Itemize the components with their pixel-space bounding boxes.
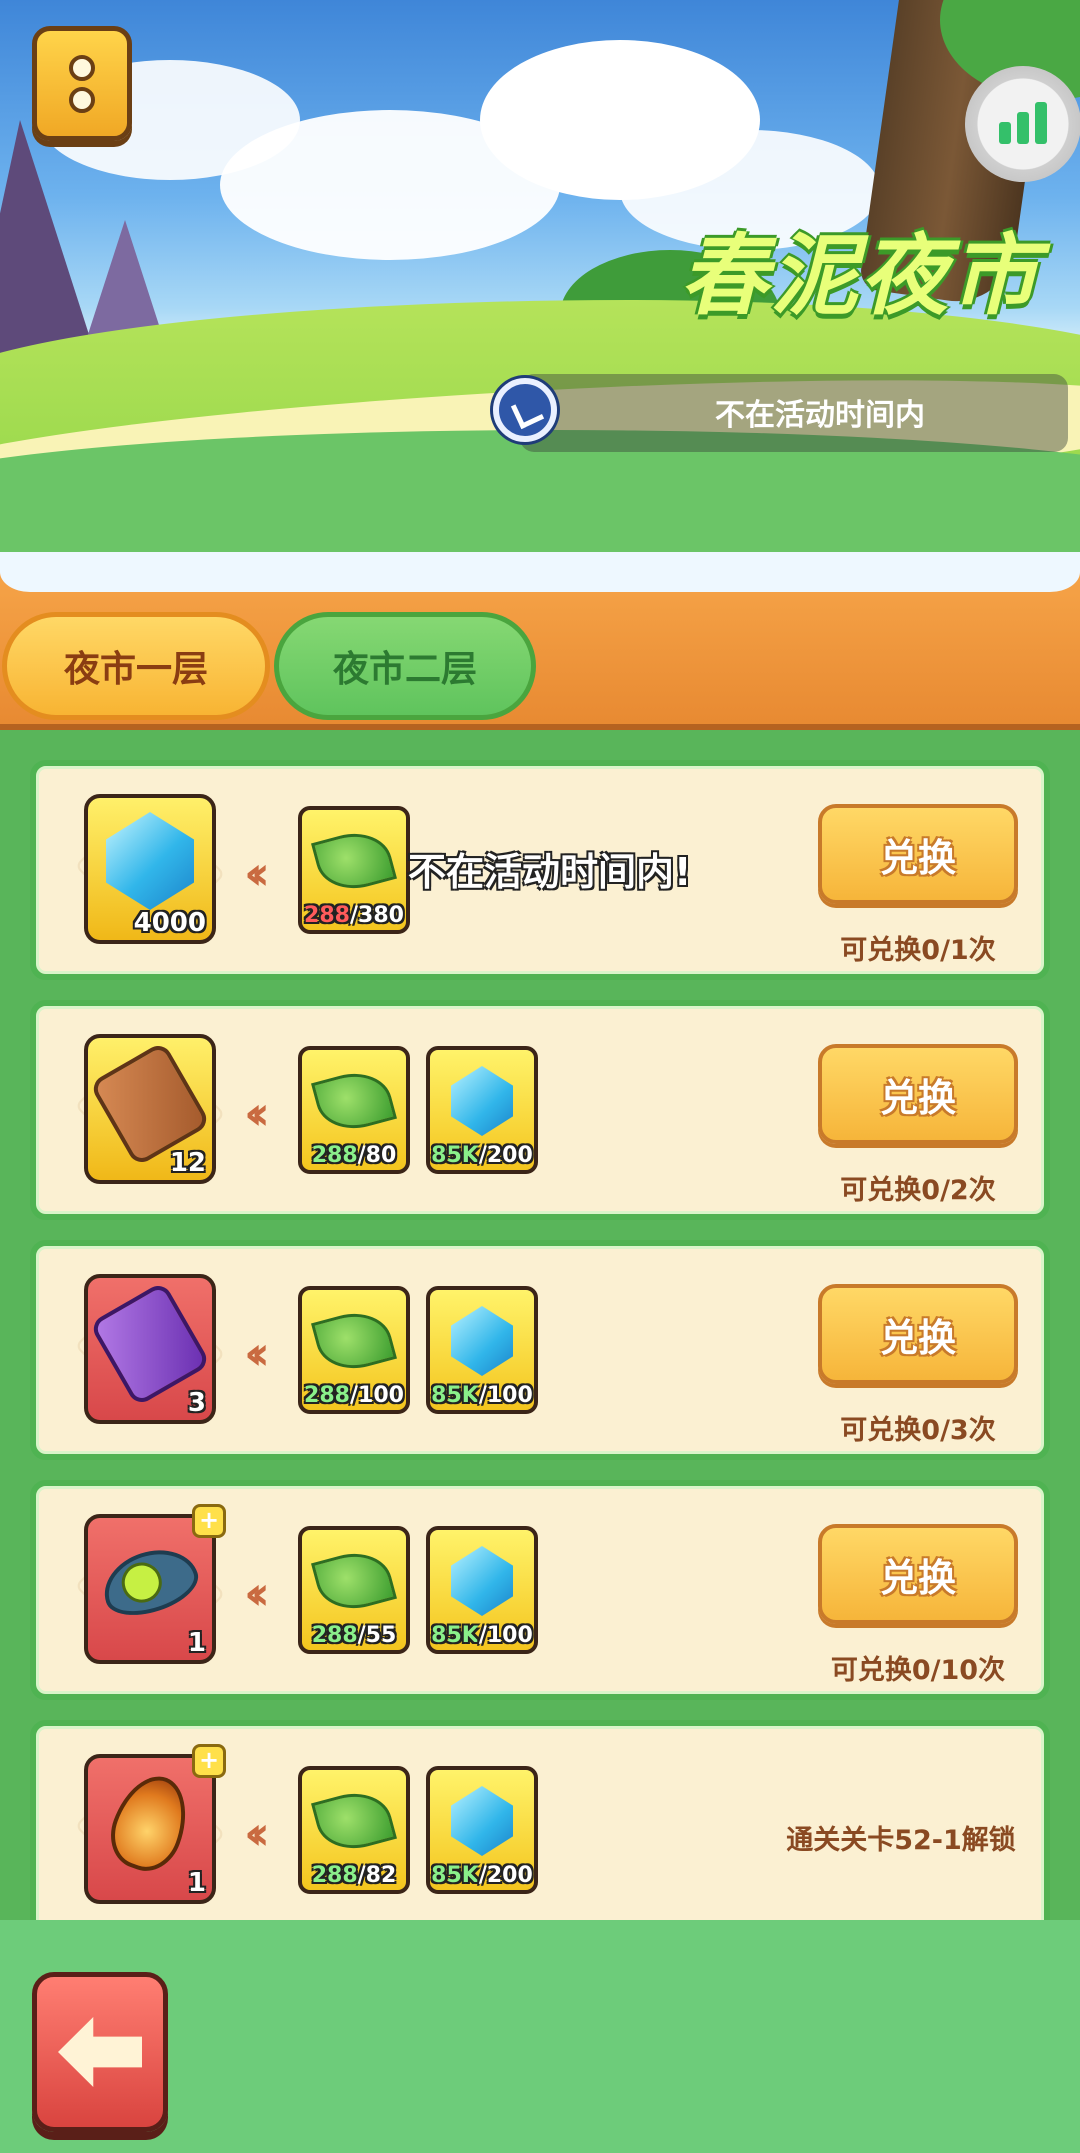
cost-amount: 288/80	[311, 1143, 397, 1168]
cost-slot[interactable]: 85K/100	[426, 1286, 538, 1414]
network-signal-button[interactable]	[965, 66, 1080, 182]
back-button[interactable]	[32, 1972, 168, 2132]
blue-gem-icon	[451, 1066, 513, 1136]
exchange-button[interactable]: 兑换	[818, 1044, 1018, 1144]
reward-slot[interactable]: 1 +	[84, 1744, 226, 1904]
cost-slot[interactable]: 288/82	[298, 1766, 410, 1894]
cost-amount: 85K/100	[431, 1383, 533, 1408]
reward-count: 3	[187, 1388, 206, 1418]
chevron-left-icon: ‹‹	[244, 1326, 270, 1380]
leaf-icon	[311, 824, 397, 898]
snow-trim	[0, 552, 1080, 592]
cost-slot[interactable]: 288/80	[298, 1046, 410, 1174]
pea-pod-icon	[95, 1538, 205, 1626]
exchange-button[interactable]: 兑换	[818, 1284, 1018, 1384]
reward-count: 12	[169, 1148, 206, 1178]
exchange-limit: 可兑换0/3次	[840, 1415, 996, 1446]
clock-icon	[493, 378, 557, 442]
chevron-left-icon: ‹‹	[244, 846, 270, 900]
cost-amount: 85K/200	[431, 1143, 533, 1168]
blue-gem-icon	[451, 1786, 513, 1856]
unlock-requirement: 通关关卡52-1解锁	[786, 1825, 1016, 1856]
event-status-text: 不在活动时间内	[715, 398, 925, 433]
exchange-button[interactable]: 兑换	[818, 1524, 1018, 1624]
menu-dots-icon	[69, 86, 95, 113]
cost-amount: 85K/100	[431, 1623, 533, 1648]
exchange-limit: 可兑换0/10次	[830, 1655, 1006, 1686]
blue-gem-icon	[451, 1546, 513, 1616]
exchange-item: 1 + ‹‹ 288/82 85K/200 通关关卡52-1解锁	[30, 1720, 1050, 1920]
leaf-icon	[311, 1784, 397, 1858]
exchange-limit: 可兑换0/1次	[840, 935, 996, 966]
reward-count: 1	[187, 1868, 206, 1898]
flame-feather-icon	[100, 1765, 200, 1881]
blue-gem-icon	[106, 812, 194, 910]
tab-market-floor-2[interactable]: 夜市二层	[274, 612, 536, 720]
back-arrow-icon	[58, 2017, 142, 2087]
signal-bars-icon	[1035, 102, 1047, 144]
cost-amount: 288/55	[311, 1623, 397, 1648]
cost-slot[interactable]: 288/55	[298, 1526, 410, 1654]
cost-slot[interactable]: 85K/100	[426, 1526, 538, 1654]
reward-slot[interactable]: 1 +	[84, 1504, 226, 1664]
exchange-item: 1 + ‹‹ 288/55 85K/100 兑换 可兑换0/10次	[30, 1480, 1050, 1700]
menu-button[interactable]	[32, 26, 132, 141]
cost-amount: 288/82	[311, 1863, 397, 1888]
exchange-limit: 可兑换0/2次	[840, 1175, 996, 1206]
reward-slot[interactable]: 12	[84, 1034, 216, 1184]
signal-bars-icon	[1017, 112, 1029, 144]
chevron-left-icon: ‹‹	[244, 1806, 270, 1860]
exchange-item: 4000 ‹‹ 288/380 不在活动时间内! 兑换 可兑换0/1次	[30, 760, 1050, 980]
reward-slot[interactable]: 4000	[84, 794, 216, 944]
reward-count: 4000	[133, 908, 206, 938]
cost-slot[interactable]: 85K/200	[426, 1046, 538, 1174]
cost-slot[interactable]: 85K/200	[426, 1766, 538, 1894]
plus-badge-icon: +	[192, 1744, 226, 1778]
exchange-item: 12 ‹‹ 288/80 85K/200 兑换 可兑换0/2次	[30, 1000, 1050, 1220]
chevron-left-icon: ‹‹	[244, 1086, 270, 1140]
leaf-icon	[311, 1064, 397, 1138]
plus-badge-icon: +	[192, 1504, 226, 1538]
blue-gem-icon	[451, 1306, 513, 1376]
cost-amount: 288/100	[304, 1383, 404, 1408]
exchange-button[interactable]: 兑换	[818, 804, 1018, 904]
event-title: 春泥夜市	[679, 224, 1040, 327]
cost-amount: 85K/200	[431, 1863, 533, 1888]
exchange-list[interactable]: 4000 ‹‹ 288/380 不在活动时间内! 兑换 可兑换0/1次 12 ‹…	[0, 730, 1080, 1920]
reward-count: 1	[187, 1628, 206, 1658]
reward-slot[interactable]: 3	[84, 1274, 216, 1424]
tab-market-floor-1[interactable]: 夜市一层	[2, 612, 270, 720]
signal-bars-icon	[999, 122, 1011, 144]
leaf-icon	[311, 1304, 397, 1378]
cost-slot[interactable]: 288/100	[298, 1286, 410, 1414]
exchange-item: 3 ‹‹ 288/100 85K/100 兑换 可兑换0/3次	[30, 1240, 1050, 1460]
leaf-icon	[311, 1544, 397, 1618]
chevron-left-icon: ‹‹	[244, 1566, 270, 1620]
cost-amount: 288/380	[304, 903, 404, 928]
toast-message: 不在活动时间内!	[408, 850, 692, 894]
cost-slot[interactable]: 288/380	[298, 806, 410, 934]
menu-dots-icon	[69, 54, 95, 81]
